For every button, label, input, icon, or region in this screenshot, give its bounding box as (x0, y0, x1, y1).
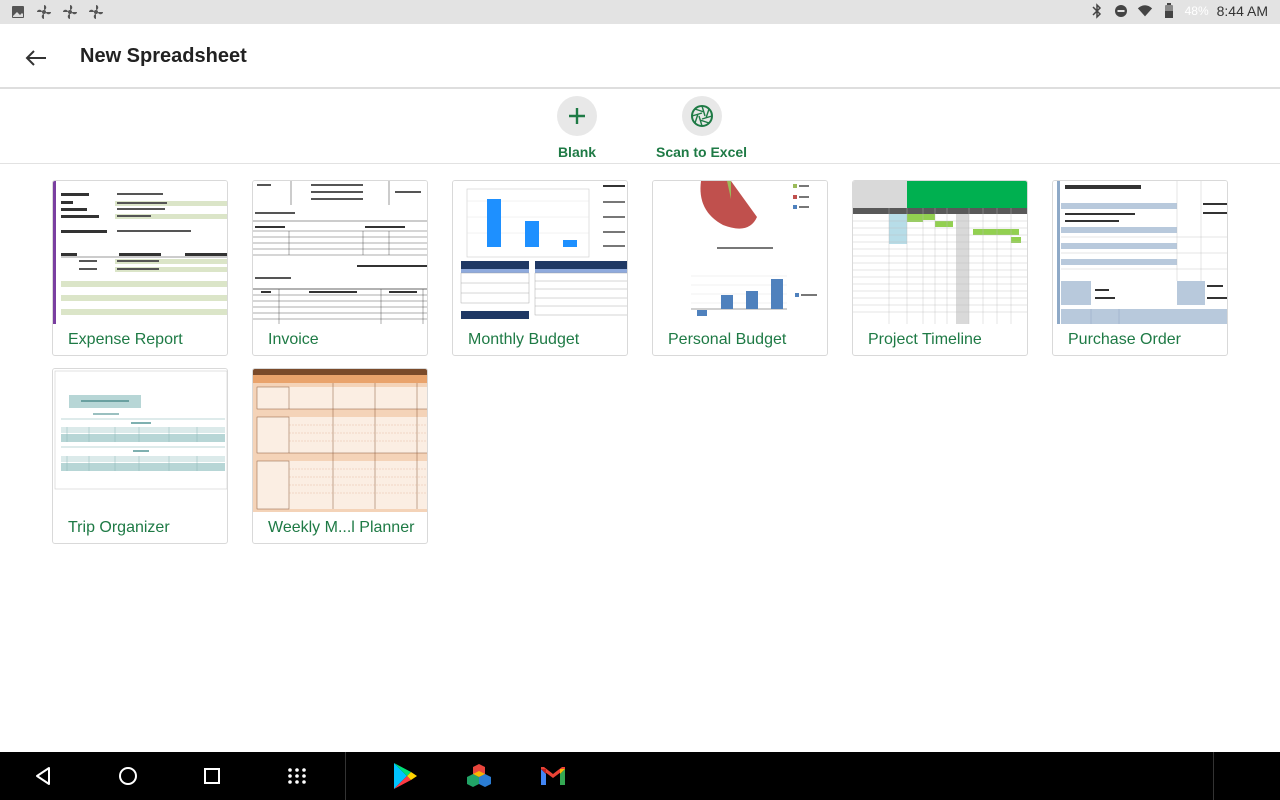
template-monthly-budget[interactable]: Monthly Budget (452, 180, 628, 356)
quick-actions: Blank Scan to Excel (0, 90, 1280, 164)
fan-icon (88, 4, 104, 20)
dnd-icon (1113, 3, 1129, 19)
invoice-thumbnail (253, 181, 427, 324)
template-label: Purchase Order (1068, 331, 1181, 348)
fan-icon (62, 4, 78, 20)
template-expense-report[interactable]: Expense Report (52, 180, 228, 356)
arrow-back-icon (25, 50, 46, 66)
wifi-icon (1137, 3, 1153, 19)
template-invoice[interactable]: Invoice (252, 180, 428, 356)
template-label: Trip Organizer (68, 519, 170, 536)
template-trip-organizer[interactable]: Trip Organizer (52, 368, 228, 544)
template-project-timeline[interactable]: Project Timeline (852, 180, 1028, 356)
trip-organizer-thumbnail (53, 369, 227, 512)
nav-divider (345, 752, 346, 800)
battery-icon (1161, 3, 1177, 19)
bluetooth-icon (1089, 3, 1105, 19)
fan-icon (36, 4, 52, 20)
battery-percent: 48% (1184, 4, 1209, 18)
personal-budget-thumbnail (653, 181, 827, 324)
template-label: Weekly M...l Planner (268, 519, 415, 536)
clock: 8:44 AM (1216, 3, 1268, 19)
office-app-icon[interactable] (465, 762, 493, 790)
project-timeline-thumbnail (853, 181, 1027, 324)
scan-to-excel-button[interactable]: Scan to Excel (656, 96, 747, 160)
template-weekly-meal-planner[interactable]: Weekly M...l Planner (252, 368, 428, 544)
blank-label: Blank (557, 144, 597, 160)
template-label: Invoice (268, 331, 319, 348)
scan-to-excel-label: Scan to Excel (656, 144, 748, 160)
template-label: Expense Report (68, 331, 183, 348)
play-store-icon[interactable] (391, 762, 419, 790)
plus-icon (557, 96, 597, 136)
expense-report-thumbnail (53, 181, 227, 324)
gallery-icon (10, 4, 26, 20)
back-icon[interactable] (29, 762, 57, 790)
home-icon[interactable] (114, 762, 142, 790)
gmail-icon[interactable] (539, 762, 567, 790)
template-label: Project Timeline (868, 331, 982, 348)
navigation-bar (0, 752, 1280, 800)
monthly-budget-thumbnail (453, 181, 627, 324)
weekly-meal-planner-thumbnail (253, 369, 427, 512)
app-bar: New Spreadsheet (0, 24, 1280, 89)
template-personal-budget[interactable]: Personal Budget (652, 180, 828, 356)
template-label: Monthly Budget (468, 331, 580, 348)
template-label: Personal Budget (668, 331, 787, 348)
status-bar: 48% 8:44 AM (0, 0, 1280, 24)
nav-divider (1213, 752, 1214, 800)
page-title: New Spreadsheet (80, 45, 247, 67)
back-button[interactable] (20, 42, 52, 74)
recents-icon[interactable] (198, 762, 226, 790)
blank-button[interactable]: Blank (557, 96, 597, 160)
template-purchase-order[interactable]: Purchase Order (1052, 180, 1228, 356)
camera-shutter-icon (681, 96, 722, 136)
purchase-order-thumbnail (1053, 181, 1227, 324)
app-drawer-icon[interactable] (283, 762, 311, 790)
